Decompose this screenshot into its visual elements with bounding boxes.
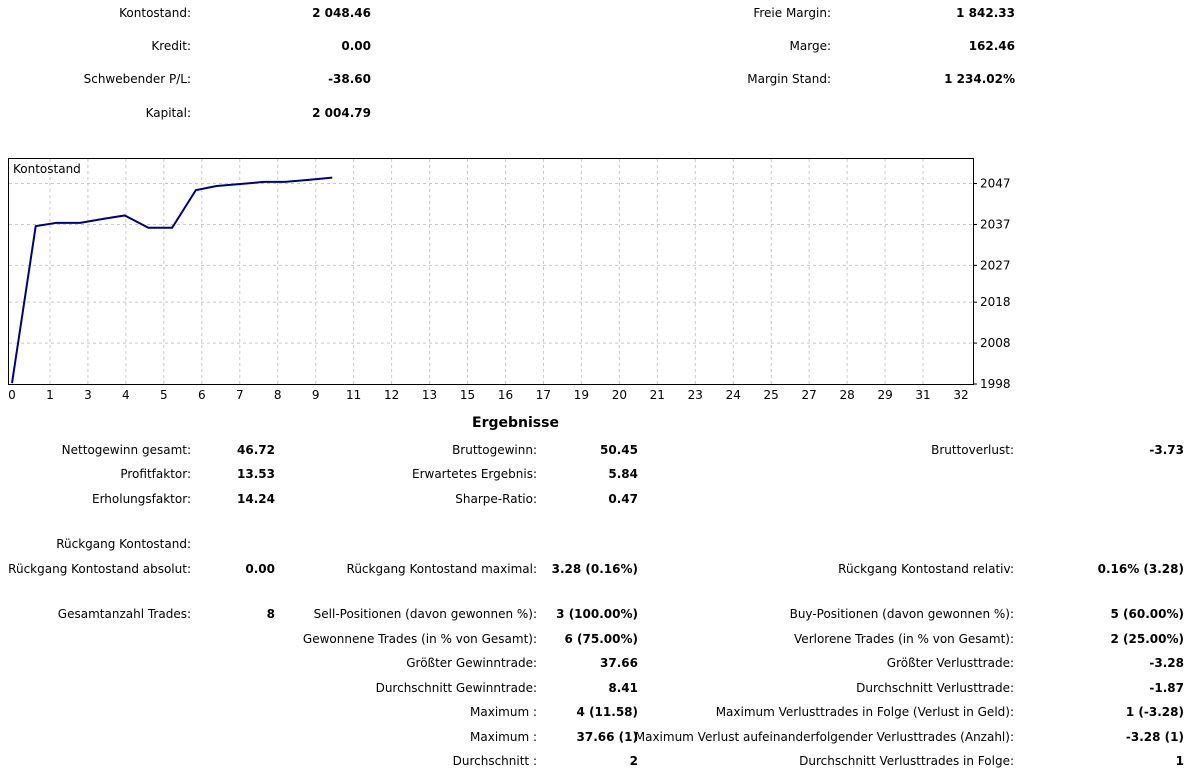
trades-right-value: -3.28 (1149, 656, 1184, 670)
x-tick-label: 3 (84, 388, 92, 402)
value-gross-profit: 50.45 (600, 443, 638, 457)
y-tick-label: 2008 (980, 336, 1011, 350)
x-tick-label: 24 (726, 388, 741, 402)
x-tick-label: 15 (460, 388, 475, 402)
x-tick-label: 1 (46, 388, 54, 402)
x-tick-label: 5 (160, 388, 168, 402)
x-tick-label: 21 (650, 388, 665, 402)
trades-right-label: Durchschnitt Verlusttrade: (856, 681, 1014, 695)
x-tick-label: 27 (802, 388, 817, 402)
label-gross-loss: Bruttoverlust: (931, 443, 1014, 457)
trades-right-label: Größter Verlusttrade: (886, 656, 1014, 670)
x-tick-label: 31 (915, 388, 930, 402)
trades-right-label: Verlorene Trades (in % von Gesamt): (794, 632, 1014, 646)
value-net-profit: 46.72 (237, 443, 275, 457)
x-tick-label: 17 (536, 388, 551, 402)
trades-right-label: Maximum Verlusttrades in Folge (Verlust … (715, 705, 1014, 719)
trades-mid-label: Durchschnitt Gewinntrade: (375, 681, 537, 695)
x-tick-label: 7 (236, 388, 244, 402)
value-expected-payoff: 5.84 (608, 467, 638, 481)
label-profit-factor: Profitfaktor: (120, 467, 191, 481)
x-tick-label: 20 (612, 388, 627, 402)
y-tick-label: 2018 (980, 295, 1011, 309)
label-drawdown-maximal: Rückgang Kontostand maximal: (346, 562, 537, 576)
label-drawdown-absolute: Rückgang Kontostand absolut: (8, 562, 191, 576)
y-tick-label: 2027 (980, 258, 1011, 272)
trades-right-value: -1.87 (1149, 681, 1184, 695)
value-sharpe-ratio: 0.47 (608, 492, 638, 506)
x-tick-label: 11 (346, 388, 361, 402)
y-tick-label: 1998 (980, 377, 1011, 391)
value-gross-loss: -3.73 (1149, 443, 1184, 457)
x-tick-label: 9 (312, 388, 320, 402)
x-tick-label: 4 (122, 388, 130, 402)
y-tick-label: 2047 (980, 177, 1011, 191)
value-drawdown-relative: 0.16% (3.28) (1097, 562, 1184, 576)
value-drawdown-maximal: 3.28 (0.16%) (551, 562, 638, 576)
label-sharpe-ratio: Sharpe-Ratio: (455, 492, 537, 506)
chart-y-ticks: 1998 2008 2018 2027 2037 2047 (973, 177, 1011, 391)
value-recovery-factor: 14.24 (237, 492, 275, 506)
chart-frame (8, 158, 974, 385)
chart-x-ticks: 0 1 3 4 5 6 7 8 9 11 12 13 15 16 17 19 20 21 23 24 25 27 28 29 3… (8, 388, 968, 402)
label-drawdown-relative: Rückgang Kontostand relativ: (838, 562, 1014, 576)
x-tick-label: 12 (384, 388, 399, 402)
trades-right-label: Maximum Verlust aufeinanderfolgender Ver… (634, 730, 1014, 744)
drawdown-header: Rückgang Kontostand: (56, 537, 191, 551)
x-tick-label: 0 (8, 388, 16, 402)
trades-right-value: 2 (25.00%) (1110, 632, 1184, 646)
chart-title: Kontostand (13, 162, 81, 176)
trades-mid-label: Durchschnitt : (452, 754, 537, 768)
x-tick-label: 25 (764, 388, 779, 402)
trades-mid-label: Maximum : (470, 705, 537, 719)
x-tick-label: 29 (877, 388, 892, 402)
trades-right-value: -3.28 (1) (1125, 730, 1184, 744)
label-gross-profit: Bruttogewinn: (452, 443, 537, 457)
x-tick-label: 8 (274, 388, 282, 402)
trades-right-label: Durchschnitt Verlusttrades in Folge: (799, 754, 1014, 768)
x-tick-label: 19 (574, 388, 589, 402)
label-total-trades: Gesamtanzahl Trades: (57, 607, 191, 621)
x-tick-label: 32 (953, 388, 968, 402)
trades-mid-label: Gewonnene Trades (in % von Gesamt): (302, 632, 537, 646)
x-tick-label: 23 (688, 388, 703, 402)
trades-right-label: Buy-Positionen (davon gewonnen %): (789, 607, 1014, 621)
y-tick-label: 2037 (980, 217, 1011, 231)
trades-right-value: 1 (1175, 754, 1184, 768)
trades-right-value: 1 (-3.28) (1125, 705, 1184, 719)
label-recovery-factor: Erholungsfaktor: (91, 492, 191, 506)
results-title: Ergebnisse (472, 415, 559, 431)
x-tick-label: 13 (422, 388, 437, 402)
trades-mid-label: Sell-Positionen (davon gewonnen %): (313, 607, 537, 621)
trades-right-value: 5 (60.00%) (1110, 607, 1184, 621)
x-tick-label: 28 (839, 388, 854, 402)
x-tick-label: 16 (498, 388, 513, 402)
trades-mid-label: Größter Gewinntrade: (406, 656, 537, 670)
trades-mid-label: Maximum : (470, 730, 537, 744)
value-drawdown-absolute: 0.00 (245, 562, 275, 576)
label-net-profit: Nettogewinn gesamt: (61, 443, 191, 457)
x-tick-label: 6 (198, 388, 206, 402)
label-expected-payoff: Erwartetes Ergebnis: (411, 467, 537, 481)
value-profit-factor: 13.53 (237, 467, 275, 481)
